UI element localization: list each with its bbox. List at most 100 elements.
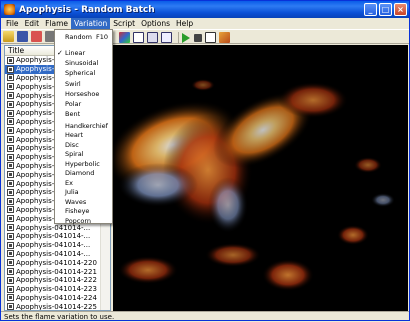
export-icon[interactable] — [31, 31, 42, 42]
menu-edit[interactable]: Edit — [22, 18, 43, 29]
apophysis-logo-icon — [4, 4, 15, 15]
list-item-label: Apophysis-041014-225 — [16, 302, 97, 311]
flame-file-icon — [7, 224, 14, 232]
save-icon[interactable] — [17, 31, 28, 42]
flame-file-icon — [7, 206, 14, 214]
status-bar: Sets the flame variation to use. — [1, 311, 409, 321]
flame-file-icon — [7, 215, 14, 223]
list-item-label: Apophysis-041014-222 — [16, 276, 97, 285]
checkmark-icon: ✓ — [57, 49, 63, 57]
flame-file-icon — [7, 136, 14, 144]
menu-separator — [57, 44, 110, 45]
list-item[interactable]: Apophysis-041014-220 — [5, 258, 110, 267]
variation-item-label: Sinusoidal — [65, 59, 99, 68]
list-item[interactable]: Apophysis-041014-... — [5, 250, 110, 259]
flame-file-icon — [7, 180, 14, 188]
list-item[interactable]: Apophysis-041014-223 — [5, 285, 110, 294]
flame-file-icon — [7, 171, 14, 179]
flame-file-icon — [7, 144, 14, 152]
flame-file-icon — [7, 56, 14, 64]
editor-icon[interactable] — [119, 32, 130, 43]
list-item[interactable]: Apophysis-041014-224 — [5, 294, 110, 303]
variation-item-label: Handkerchief — [65, 122, 108, 130]
variation-item-polar[interactable]: Polar — [55, 99, 112, 109]
window-title: Apophysis - Random Batch — [19, 4, 155, 15]
menu-help[interactable]: Help — [173, 18, 196, 29]
menu-file[interactable]: File — [3, 18, 22, 29]
flame-file-icon — [7, 92, 14, 100]
variation-menu: Random F10 ✓ Linear Sinusoidal Spherical Swi… — [54, 29, 113, 226]
flame-file-icon — [7, 100, 14, 108]
flame-file-icon — [7, 162, 14, 170]
flame-file-icon — [7, 188, 14, 196]
minimize-button[interactable]: _ — [364, 3, 377, 16]
flame-file-icon — [7, 153, 14, 161]
flame-file-icon — [7, 241, 14, 249]
variation-item-label: Linear — [65, 49, 86, 57]
variation-item-linear[interactable]: ✓ Linear — [55, 48, 112, 58]
flame-file-icon — [7, 109, 14, 117]
variation-item-label: Heart — [65, 131, 84, 140]
variation-item-label: Waves — [65, 197, 87, 206]
menu-options[interactable]: Options — [138, 18, 173, 29]
list-item-label: Apophysis-041014-221 — [16, 267, 97, 276]
list-item-label: Apophysis-041014-... — [16, 241, 91, 250]
menu-flame[interactable]: Flame — [42, 18, 71, 29]
variation-item-swirl[interactable]: Swirl — [55, 79, 112, 89]
flame-file-icon — [7, 250, 14, 258]
list-item[interactable]: Apophysis-041014-221 — [5, 267, 110, 276]
list-item-label: Apophysis-041014-220 — [16, 258, 97, 267]
flame-file-icon — [7, 259, 14, 267]
variation-item-sinusoidal[interactable]: Sinusoidal — [55, 58, 112, 68]
shortcut-label: F10 — [95, 33, 108, 41]
flame-file-icon — [7, 118, 14, 126]
app-window: Apophysis - Random Batch _ □ × File Edit… — [0, 0, 410, 321]
list-item[interactable]: Apophysis-041014-222 — [5, 276, 110, 285]
flame-file-icon — [7, 83, 14, 91]
flame-file-icon — [7, 65, 14, 73]
script-icon[interactable] — [219, 32, 230, 43]
variation-item-label: Swirl — [65, 79, 81, 88]
render-icon[interactable] — [205, 32, 216, 43]
variation-item-horseshoe[interactable]: Horseshoe — [55, 89, 112, 99]
play-icon[interactable] — [182, 32, 190, 43]
stop-icon[interactable] — [194, 33, 202, 42]
variation-item-label: Spherical — [65, 69, 96, 78]
flame-file-icon — [7, 294, 14, 302]
flame-file-icon — [7, 303, 14, 310]
list-item[interactable]: Apophysis-041014-... — [5, 241, 110, 250]
flame-file-icon — [7, 285, 14, 293]
variation-item-label: Fisheye — [65, 207, 90, 216]
flame-file-icon — [7, 276, 14, 284]
variation-item-label: Horseshoe — [65, 89, 100, 98]
list-item-label: Apophysis-041014-... — [16, 232, 91, 241]
variation-item-label: Ex — [65, 178, 73, 187]
menu-separator — [57, 118, 110, 119]
open-folder-icon[interactable] — [3, 31, 14, 42]
variation-item-label: Spiral — [65, 150, 84, 159]
close-button[interactable]: × — [394, 3, 407, 16]
list-item[interactable]: Apophysis-041014-... — [5, 232, 110, 241]
variation-item-spherical[interactable]: Spherical — [55, 68, 112, 78]
menu-variation[interactable]: Variation — [71, 18, 111, 29]
variation-random-item[interactable]: Random F10 — [55, 32, 112, 42]
flame-file-icon — [7, 232, 14, 240]
title-bar[interactable]: Apophysis - Random Batch _ □ × — [1, 1, 409, 18]
view-list-icon[interactable] — [161, 32, 172, 43]
flame-file-icon — [7, 268, 14, 276]
flame-file-icon — [7, 74, 14, 82]
list-item[interactable]: Apophysis-041014-225 — [5, 302, 110, 311]
toolbar-separator — [178, 32, 179, 43]
variation-item-label: Polar — [65, 100, 82, 108]
variation-item-popcorn[interactable]: Popcorn — [55, 216, 112, 226]
flame-preview — [113, 45, 408, 311]
list-item-label: Apophysis-041014-223 — [16, 285, 97, 294]
variation-item-label: Julia — [65, 188, 79, 197]
variation-item-label: Bent — [65, 110, 81, 119]
view-grid-icon[interactable] — [133, 32, 144, 43]
variation-item-label: Disc — [65, 140, 79, 149]
variation-item-label: Hyperbolic — [65, 159, 100, 168]
maximize-button[interactable]: □ — [379, 3, 392, 16]
view-split-icon[interactable] — [147, 32, 158, 43]
menu-script[interactable]: Script — [110, 18, 138, 29]
